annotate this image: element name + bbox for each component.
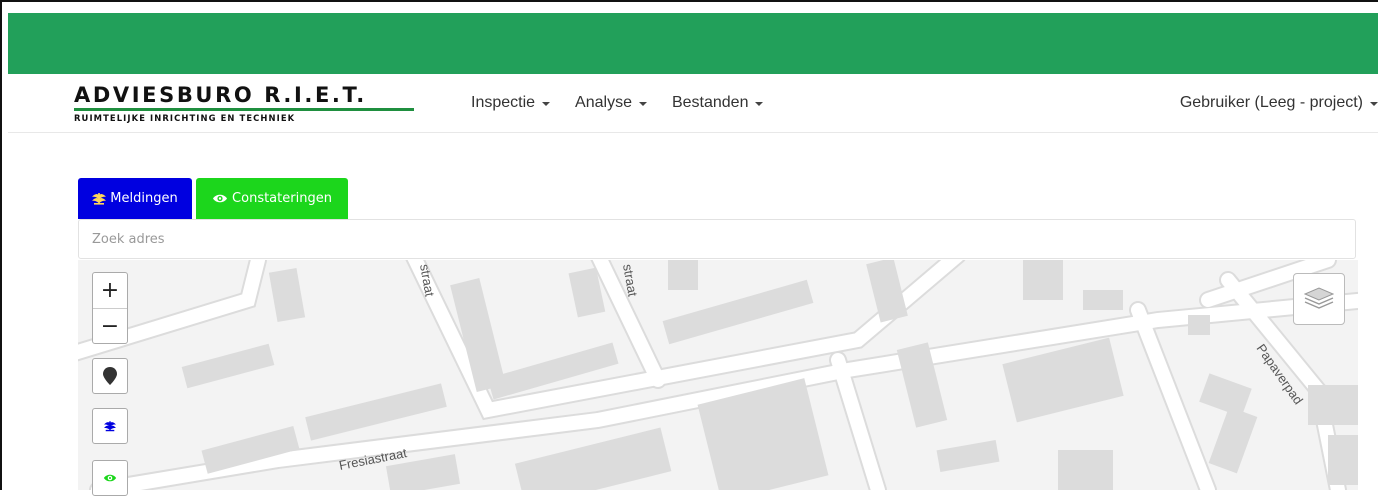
meldingen-layer-button[interactable] [92, 408, 128, 444]
user-menu-label: Gebruiker (Leeg - project) [1179, 94, 1363, 111]
menu-analyse[interactable]: Analyse [575, 94, 647, 112]
caret-down-icon [542, 102, 551, 106]
plant-icon [104, 421, 116, 432]
layers-button[interactable] [1293, 273, 1345, 325]
logo-underline [74, 108, 414, 111]
map-marker-icon [103, 367, 117, 385]
map-tiles: straat straat Fresiastraat Papaverpad [78, 260, 1358, 490]
caret-down-icon [755, 102, 764, 106]
top-color-bar [8, 13, 1378, 74]
logo-subtitle: RUIMTELIJKE INRICHTING EN TECHNIEK [74, 113, 296, 123]
zoom-out-button[interactable]: − [93, 309, 127, 344]
logo-title: ADVIESBURO R.I.E.T. [74, 83, 367, 107]
layers-icon [1304, 287, 1334, 309]
menu-bestanden-label: Bestanden [671, 94, 749, 111]
menu-analyse-label: Analyse [575, 94, 632, 111]
menu-bestanden[interactable]: Bestanden [672, 94, 764, 112]
meldingen-label: Meldingen [110, 191, 178, 206]
main-menu: Inspectie Analyse Bestanden [471, 74, 764, 132]
map-canvas[interactable]: straat straat Fresiastraat Papaverpad [78, 260, 1358, 490]
plant-icon [92, 193, 107, 205]
navbar: ADVIESBURO R.I.E.T. RUIMTELIJKE INRICHTI… [8, 74, 1378, 133]
menu-inspectie-label: Inspectie [471, 94, 536, 111]
eye-icon [103, 474, 117, 482]
user-menu[interactable]: Gebruiker (Leeg - project) [1180, 74, 1378, 132]
constateringen-label: Constateringen [232, 191, 332, 206]
caret-down-icon [1370, 102, 1378, 106]
constateringen-button[interactable]: Constateringen [196, 178, 348, 219]
meldingen-button[interactable]: Meldingen [78, 178, 192, 219]
zoom-control: + − [92, 272, 128, 344]
eye-icon [213, 194, 228, 203]
marker-button[interactable] [92, 358, 128, 394]
zoom-in-button[interactable]: + [93, 273, 127, 309]
brand-logo[interactable]: ADVIESBURO R.I.E.T. RUIMTELIJKE INRICHTI… [74, 84, 419, 123]
constateringen-layer-button[interactable] [92, 460, 128, 496]
caret-down-icon [638, 102, 647, 106]
menu-inspectie[interactable]: Inspectie [471, 94, 551, 112]
address-search-input[interactable] [78, 219, 1356, 259]
